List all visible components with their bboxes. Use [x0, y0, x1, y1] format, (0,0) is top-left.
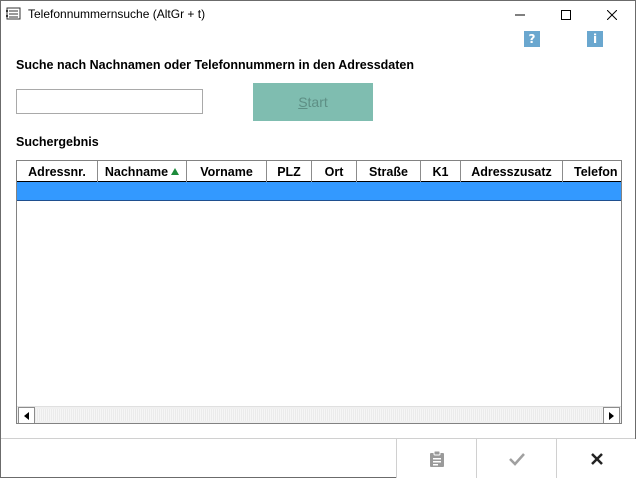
column-header-label: PLZ	[277, 164, 301, 179]
scroll-left-button[interactable]	[18, 407, 35, 423]
maximize-button[interactable]	[543, 1, 589, 29]
scroll-right-button[interactable]	[603, 407, 620, 423]
column-header-adresszusatz[interactable]: Adresszusatz	[461, 161, 563, 182]
title-bar: Telefonnummernsuche (AltGr + t)	[1, 1, 635, 29]
start-button-label: tart	[307, 94, 328, 110]
minimize-icon	[515, 14, 525, 16]
column-header-nachname[interactable]: Nachname	[98, 161, 187, 182]
column-header-vorname[interactable]: Vorname	[187, 161, 267, 182]
column-header-telefon[interactable]: Telefon	[563, 161, 621, 182]
phone-book-icon	[6, 7, 21, 20]
start-button[interactable]: Start	[253, 83, 373, 121]
grid-header: Adressnr. Nachname Vorname PLZ Ort Straß…	[17, 161, 621, 182]
minimize-button[interactable]	[497, 1, 543, 29]
column-header-strasse[interactable]: Straße	[357, 161, 421, 182]
arrow-right-icon	[608, 411, 614, 420]
window-title: Telefonnummernsuche (AltGr + t)	[28, 7, 206, 21]
horizontal-scrollbar[interactable]	[17, 406, 621, 423]
ok-button[interactable]	[476, 439, 556, 478]
column-header-label: Straße	[369, 164, 408, 179]
paste-button[interactable]	[396, 439, 476, 478]
column-header-label: Telefon	[574, 164, 618, 179]
search-caption: Suche nach Nachnamen oder Telefonnummern…	[16, 58, 414, 72]
close-icon	[590, 452, 603, 465]
column-header-label: Nachname	[104, 164, 169, 179]
close-window-button[interactable]	[589, 1, 635, 29]
column-header-plz[interactable]: PLZ	[267, 161, 312, 182]
column-header-label: Adresszusatz	[471, 164, 552, 179]
column-header-label: K1	[432, 164, 449, 179]
sort-ascending-icon	[171, 168, 180, 175]
arrow-left-icon	[23, 411, 29, 420]
column-header-label: Ort	[324, 164, 344, 179]
clipboard-icon	[429, 450, 444, 467]
cancel-button[interactable]	[556, 439, 636, 478]
column-header-label: Vorname	[200, 164, 253, 179]
close-icon	[607, 10, 617, 20]
scroll-track[interactable]	[35, 409, 603, 421]
column-header-k1[interactable]: K1	[421, 161, 461, 182]
checkmark-icon	[508, 452, 525, 466]
help-icon[interactable]: ?	[524, 31, 540, 47]
info-icon[interactable]: i	[587, 31, 603, 47]
maximize-icon	[561, 10, 571, 20]
selected-row[interactable]	[17, 182, 621, 201]
column-header-ort[interactable]: Ort	[312, 161, 357, 182]
search-input[interactable]	[16, 89, 203, 114]
results-grid[interactable]: Adressnr. Nachname Vorname PLZ Ort Straß…	[16, 160, 622, 424]
telefonnummernsuche-window: Telefonnummernsuche (AltGr + t) ? i Such…	[0, 0, 636, 478]
start-button-accelerator: S	[298, 94, 308, 110]
result-caption: Suchergebnis	[16, 135, 99, 149]
column-header-label: Adressnr.	[28, 164, 86, 179]
column-header-adressnr[interactable]: Adressnr.	[17, 161, 98, 182]
